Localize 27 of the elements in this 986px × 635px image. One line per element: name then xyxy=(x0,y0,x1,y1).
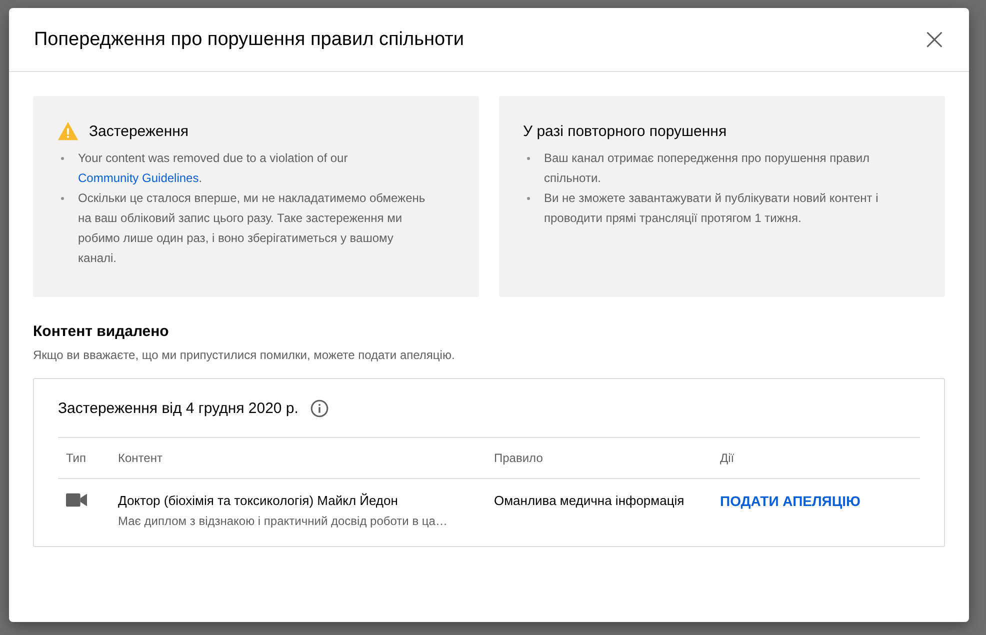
community-guidelines-link[interactable]: Community Guidelines xyxy=(78,171,199,185)
bullet-icon xyxy=(61,197,64,200)
column-header: Тип xyxy=(65,451,88,465)
column-header: Контент xyxy=(117,451,164,465)
bullet-text: Your content was removed due to a violation of our Community Guidelines. xyxy=(78,150,349,187)
warning-icon xyxy=(57,121,79,141)
content-description: Має диплом з відзнакою і практичний досвід роботи в ца… xyxy=(118,514,448,528)
video-camera-icon xyxy=(66,493,87,507)
column-header: Правило xyxy=(493,451,544,465)
strike-title: Застереження від 4 грудня 2020 р. xyxy=(58,400,298,416)
close-button[interactable]: × xyxy=(918,24,951,54)
column-header: Дії xyxy=(719,451,736,465)
dialog-title: Попередження про порушення правил спільноти xyxy=(34,28,464,50)
bullet-icon xyxy=(527,197,530,200)
rule-cell-text: Оманлива медична інформація xyxy=(493,493,686,510)
bullet-text: Ви не зможете завантажувати й публікувати новий контент і проводити прямі трансляції протягом 1 тижня. xyxy=(544,190,880,227)
appeal-link[interactable]: ПОДАТИ АПЕЛЯЦІЮ xyxy=(720,493,860,509)
bullet-icon xyxy=(527,157,530,160)
section-title: Контент видалено xyxy=(33,323,170,340)
content-title: Доктор (біохімія та токсикологія) Майкл Йедон xyxy=(118,493,399,508)
card-title: Застереження xyxy=(89,122,189,140)
info-icon[interactable] xyxy=(310,398,330,418)
card-title: У разі повторного порушення xyxy=(523,122,727,140)
bullet-text: Ваш канал отримає попередження про порушення правил спільноти. xyxy=(544,150,871,187)
bullet-icon xyxy=(61,157,64,160)
section-description: Якщо ви вважаєте, що ми припустилися помилки, можете подати апеляцію. xyxy=(33,348,456,362)
bullet-text: Оскільки це сталося вперше, ми не накладатимемо обмежень на ваш обліковий запис цього разу. Таке застереження ми робимо лише один раз, і воно зберігатиметься у вашому каналі. xyxy=(78,190,426,267)
